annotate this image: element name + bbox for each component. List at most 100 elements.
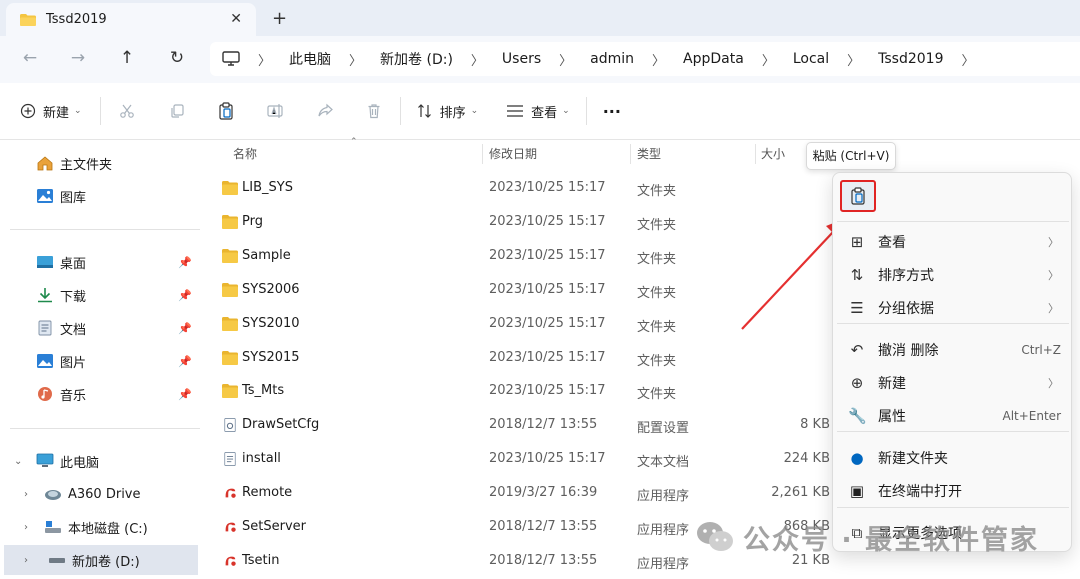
breadcrumb-drive-d[interactable]: 新加卷 (D:) <box>380 49 453 69</box>
chevron-down-icon: ⌄ <box>74 106 82 116</box>
sidebar-item-local-disk-c[interactable]: › 本地磁盘 (C:) <box>0 512 200 542</box>
refresh-button[interactable]: ↻ <box>167 48 187 68</box>
file-name[interactable]: SetServer <box>242 519 306 534</box>
pin-icon[interactable]: 📌 <box>178 289 192 302</box>
computer-icon <box>36 453 54 467</box>
file-name[interactable]: Prg <box>242 214 263 229</box>
file-name[interactable]: Tsetin <box>242 553 280 568</box>
file-name[interactable]: install <box>242 451 281 466</box>
context-menu-item[interactable]: ● 新建文件夹 <box>833 441 1073 474</box>
more-options-button[interactable]: ··· <box>603 102 621 121</box>
sidebar-item-drive-d[interactable]: › 新加卷 (D:) <box>4 545 198 575</box>
sidebar-item-downloads[interactable]: 下载 📌 <box>0 280 200 310</box>
command-bar: 新建 ⌄ 排序 ⌄ 查看 ⌄ ··· <box>0 83 1080 140</box>
chevron-right-icon[interactable]: 〉 <box>962 50 975 69</box>
pin-icon[interactable]: 📌 <box>178 388 192 401</box>
file-date: 2023/10/25 15:17 <box>489 213 606 229</box>
chevron-right-icon: 〉 <box>1048 235 1059 249</box>
file-type: 文件夹 <box>637 285 677 301</box>
divider <box>837 507 1069 508</box>
column-header-size[interactable]: 大小 <box>761 140 785 168</box>
shortcut-hint: Ctrl+Z <box>1021 342 1061 357</box>
sort-up-icon: ⌃ <box>350 137 358 147</box>
chevron-down-icon: ⌄ <box>562 106 570 116</box>
back-button[interactable]: ← <box>20 48 40 68</box>
file-name[interactable]: DrawSetCfg <box>242 417 319 432</box>
sidebar-item-documents[interactable]: 文档 📌 <box>0 313 200 343</box>
sidebar-item-pictures[interactable]: 图片 📌 <box>0 346 200 376</box>
breadcrumb-local[interactable]: Local <box>793 51 829 67</box>
navigation-pane: 主文件夹 图库 桌面 📌 下载 📌 文档 📌 图片 📌 音乐 📌 ⌄ 此电脑 › <box>0 140 200 579</box>
sort-button[interactable]: 排序 ⌄ <box>417 102 478 121</box>
new-button[interactable]: 新建 ⌄ <box>20 102 82 121</box>
chevron-right-icon: 〉 <box>349 53 363 69</box>
sidebar-item-a360-drive[interactable]: › A360 Drive <box>0 479 200 509</box>
context-menu-item[interactable]: ⊞ 查看 〉 <box>833 225 1073 258</box>
context-menu-item[interactable]: ☰ 分组依据 〉 <box>833 291 1073 324</box>
file-name[interactable]: Sample <box>242 248 291 263</box>
file-name[interactable]: Remote <box>242 485 292 500</box>
sidebar-item-label: 图库 <box>60 190 87 206</box>
file-name[interactable]: Ts_Mts <box>242 383 284 398</box>
sidebar-item-this-pc[interactable]: ⌄ 此电脑 <box>0 446 200 476</box>
chevron-right-icon[interactable]: › <box>24 489 28 500</box>
chevron-down-icon[interactable]: ⌄ <box>14 456 22 467</box>
pin-icon[interactable]: 📌 <box>178 256 192 269</box>
view-button[interactable]: 查看 ⌄ <box>506 102 570 121</box>
tab-tssd2019[interactable]: Tssd2019 ✕ <box>6 3 256 36</box>
file-type: 应用程序 <box>637 523 690 538</box>
file-name[interactable]: SYS2010 <box>242 316 300 331</box>
share-button[interactable] <box>317 103 333 119</box>
sidebar-item-label: 下载 <box>60 289 87 305</box>
delete-button[interactable] <box>366 103 382 119</box>
file-type: 应用程序 <box>637 556 690 572</box>
sidebar-item-home[interactable]: 主文件夹 <box>0 148 200 178</box>
address-bar[interactable]: 〉 此电脑 〉 新加卷 (D:) 〉 Users 〉 admin 〉 AppDa… <box>210 42 1080 76</box>
column-divider[interactable] <box>755 144 756 164</box>
cut-button[interactable] <box>119 103 135 119</box>
rename-button[interactable] <box>266 103 285 119</box>
sidebar-item-music[interactable]: 音乐 📌 <box>0 379 200 409</box>
column-header-name[interactable]: 名称 <box>233 140 257 168</box>
chevron-right-icon[interactable]: › <box>24 555 28 566</box>
app-icon <box>225 522 236 532</box>
column-divider[interactable] <box>630 144 631 164</box>
folder-icon <box>222 350 238 365</box>
close-tab-icon[interactable]: ✕ <box>230 11 242 27</box>
paste-button[interactable] <box>218 102 234 120</box>
chevron-right-icon[interactable]: › <box>24 522 28 533</box>
file-type: 文件夹 <box>637 217 677 233</box>
context-menu-item[interactable]: ⊕ 新建 〉 <box>833 366 1073 399</box>
file-name[interactable]: SYS2006 <box>242 282 300 297</box>
breadcrumb-tssd2019[interactable]: Tssd2019 <box>878 51 943 67</box>
forward-button[interactable]: → <box>68 48 88 68</box>
column-header-date[interactable]: 修改日期 <box>489 140 537 168</box>
pin-icon[interactable]: 📌 <box>178 355 192 368</box>
sidebar-item-gallery[interactable]: 图库 <box>0 181 200 211</box>
context-menu-item[interactable]: ↶ 撤消 删除 Ctrl+Z <box>833 333 1073 366</box>
column-divider[interactable] <box>482 144 483 164</box>
breadcrumb-this-pc[interactable]: 此电脑 <box>289 49 331 69</box>
breadcrumb-admin[interactable]: admin <box>590 51 634 67</box>
paste-menu-button[interactable] <box>840 180 876 212</box>
context-menu-item[interactable]: ⇅ 排序方式 〉 <box>833 258 1073 291</box>
folder-icon <box>222 384 238 399</box>
divider <box>585 97 587 125</box>
context-menu-item[interactable]: 🔧 属性 Alt+Enter <box>833 399 1073 432</box>
up-button[interactable]: ↑ <box>117 48 137 68</box>
breadcrumb-users[interactable]: Users <box>502 51 541 67</box>
chevron-right-icon: 〉 <box>1048 376 1059 390</box>
context-menu-item[interactable]: ▣ 在终端中打开 <box>833 474 1073 507</box>
sidebar-item-desktop[interactable]: 桌面 📌 <box>0 247 200 277</box>
pin-icon[interactable]: 📌 <box>178 322 192 335</box>
column-header-type[interactable]: 类型 <box>637 140 661 168</box>
file-date: 2023/10/25 15:17 <box>489 383 606 399</box>
file-name[interactable]: LIB_SYS <box>242 180 293 195</box>
file-name[interactable]: SYS2015 <box>242 350 300 365</box>
copy-button[interactable] <box>169 103 185 119</box>
breadcrumb-appdata[interactable]: AppData <box>683 51 744 67</box>
undo-icon: ↶ <box>850 340 864 359</box>
home-icon <box>37 156 53 171</box>
new-tab-button[interactable]: + <box>272 8 287 29</box>
file-date: 2023/10/25 15:17 <box>489 451 606 467</box>
